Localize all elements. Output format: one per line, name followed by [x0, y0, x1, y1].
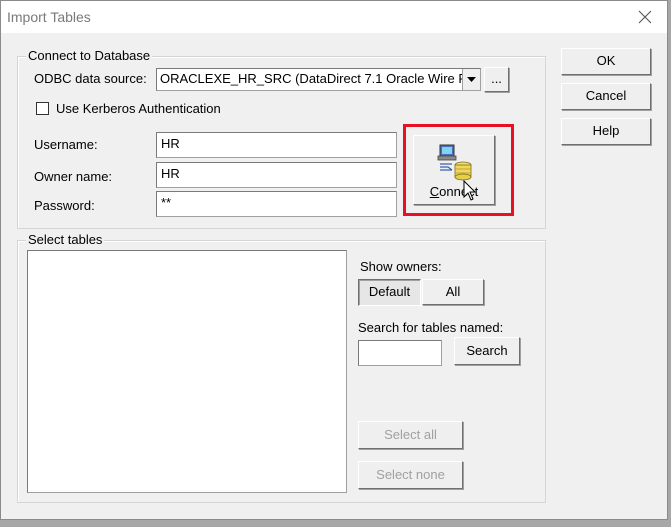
password-field[interactable]: **	[156, 191, 397, 217]
default-owners-button[interactable]: Default	[358, 279, 421, 306]
connect-label: Connect	[429, 184, 479, 199]
database-connect-icon	[437, 144, 472, 181]
mouse-cursor-icon	[463, 180, 477, 201]
owner-name-field[interactable]: HR	[156, 162, 397, 188]
username-field[interactable]: HR	[156, 132, 397, 158]
search-button[interactable]: Search	[454, 337, 520, 365]
all-owners-button[interactable]: All	[422, 279, 484, 305]
odbc-selected-value: ORACLEXE_HR_SRC (DataDirect 7.1 Oracle W…	[160, 71, 468, 86]
dropdown-button[interactable]	[462, 69, 480, 90]
search-tables-input[interactable]	[358, 340, 442, 366]
kerberos-label: Use Kerberos Authentication	[56, 101, 221, 116]
odbc-data-source-select[interactable]: ORACLEXE_HR_SRC (DataDirect 7.1 Oracle W…	[156, 68, 481, 91]
ok-button[interactable]: OK	[561, 48, 651, 75]
select-all-button[interactable]: Select all	[358, 421, 463, 449]
password-label: Password:	[34, 198, 95, 213]
connect-group-legend: Connect to Database	[26, 48, 153, 63]
dialog-title: Import Tables	[7, 9, 91, 25]
kerberos-checkbox[interactable]	[36, 102, 49, 115]
username-label: Username:	[34, 137, 98, 152]
title-bar: Import Tables	[1, 1, 667, 33]
browse-button[interactable]: ...	[484, 67, 509, 92]
close-icon[interactable]	[635, 7, 655, 27]
show-owners-label: Show owners:	[360, 259, 442, 274]
tables-listbox[interactable]	[27, 250, 347, 493]
help-button[interactable]: Help	[561, 118, 651, 145]
select-tables-legend: Select tables	[26, 232, 105, 247]
connect-button[interactable]: Connect	[413, 135, 495, 205]
chevron-down-icon	[467, 77, 476, 82]
select-none-button[interactable]: Select none	[358, 461, 463, 489]
owner-name-label: Owner name:	[34, 169, 113, 184]
search-tables-label: Search for tables named:	[358, 320, 504, 335]
import-tables-dialog: Import Tables Connect to Database ODBC d…	[0, 0, 668, 520]
odbc-label: ODBC data source:	[34, 71, 147, 86]
cancel-button[interactable]: Cancel	[561, 83, 651, 110]
